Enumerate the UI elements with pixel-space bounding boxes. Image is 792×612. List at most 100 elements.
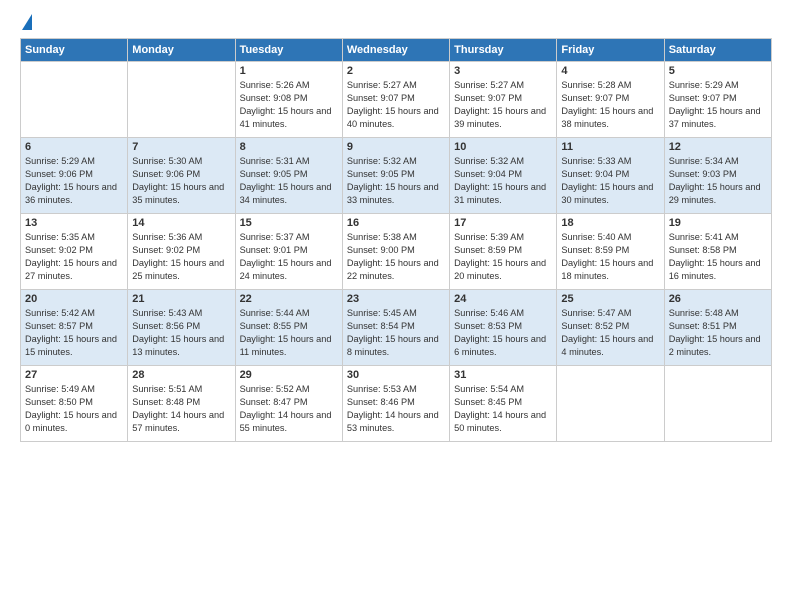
calendar-cell: 8Sunrise: 5:31 AM Sunset: 9:05 PM Daylig… xyxy=(235,138,342,214)
calendar-week-2: 6 Sunrise: 5:29 AM Sunset: 9:06 PM Daylig… xyxy=(21,138,772,214)
day-number: 3 xyxy=(454,65,552,77)
day-number: 27 xyxy=(25,369,123,381)
calendar-header-thursday: Thursday xyxy=(450,39,557,62)
day-info: Sunrise: 5:49 AM Sunset: 8:50 PM Dayligh… xyxy=(25,383,123,435)
calendar-cell: 4 Sunrise: 5:28 AM Sunset: 9:07 PM Daylig… xyxy=(557,62,664,138)
day-info: Sunrise: 5:27 AM Sunset: 9:07 PM Dayligh… xyxy=(347,79,445,131)
day-info: Sunrise: 5:29 AM Sunset: 9:06 PM Dayligh… xyxy=(25,155,123,207)
day-number: 31 xyxy=(454,369,552,381)
day-number: 22 xyxy=(240,293,338,305)
day-number: 4 xyxy=(561,65,659,77)
calendar-cell: 18 Sunrise: 5:40 AM Sunset: 8:59 PM Dayli… xyxy=(557,214,664,290)
calendar-cell: 6 Sunrise: 5:29 AM Sunset: 9:06 PM Daylig… xyxy=(21,138,128,214)
header xyxy=(20,16,772,30)
calendar: SundayMondayTuesdayWednesdayThursdayFrid… xyxy=(20,38,772,442)
day-number: 16 xyxy=(347,217,445,229)
calendar-header-row: SundayMondayTuesdayWednesdayThursdayFrid… xyxy=(21,39,772,62)
day-number: 6 xyxy=(25,141,123,153)
calendar-header-wednesday: Wednesday xyxy=(342,39,449,62)
day-info: Sunrise: 5:35 AM Sunset: 9:02 PM Dayligh… xyxy=(25,231,123,283)
calendar-cell: 20 Sunrise: 5:42 AM Sunset: 8:57 PM Dayli… xyxy=(21,290,128,366)
calendar-cell: 16 Sunrise: 5:38 AM Sunset: 9:00 PM Dayli… xyxy=(342,214,449,290)
day-info: Sunrise: 5:30 AM Sunset: 9:06 PM Dayligh… xyxy=(132,155,230,207)
day-info: Sunrise: 5:29 AM Sunset: 9:07 PM Dayligh… xyxy=(669,79,767,131)
calendar-cell: 24 Sunrise: 5:46 AM Sunset: 8:53 PM Dayli… xyxy=(450,290,557,366)
calendar-header-friday: Friday xyxy=(557,39,664,62)
day-info: Sunrise: 5:34 AM Sunset: 9:03 PM Dayligh… xyxy=(669,155,767,207)
calendar-cell: 1 Sunrise: 5:26 AM Sunset: 9:08 PM Daylig… xyxy=(235,62,342,138)
calendar-cell: 9 Sunrise: 5:32 AM Sunset: 9:05 PM Daylig… xyxy=(342,138,449,214)
day-number: 1 xyxy=(240,65,338,77)
calendar-cell: 29 Sunrise: 5:52 AM Sunset: 8:47 PM Dayli… xyxy=(235,366,342,442)
day-number: 26 xyxy=(669,293,767,305)
day-info: Sunrise: 5:41 AM Sunset: 8:58 PM Dayligh… xyxy=(669,231,767,283)
day-info: Sunrise: 5:43 AM Sunset: 8:56 PM Dayligh… xyxy=(132,307,230,359)
calendar-cell: 21 Sunrise: 5:43 AM Sunset: 8:56 PM Dayli… xyxy=(128,290,235,366)
calendar-header-sunday: Sunday xyxy=(21,39,128,62)
day-info: Sunrise: 5:52 AM Sunset: 8:47 PM Dayligh… xyxy=(240,383,338,435)
day-number: 5 xyxy=(669,65,767,77)
calendar-cell: 14Sunrise: 5:36 AM Sunset: 9:02 PM Dayli… xyxy=(128,214,235,290)
day-info: Sunrise: 5:44 AM Sunset: 8:55 PM Dayligh… xyxy=(240,307,338,359)
calendar-cell: 23Sunrise: 5:45 AM Sunset: 8:54 PM Dayli… xyxy=(342,290,449,366)
day-info: Sunrise: 5:42 AM Sunset: 8:57 PM Dayligh… xyxy=(25,307,123,359)
day-info: Sunrise: 5:38 AM Sunset: 9:00 PM Dayligh… xyxy=(347,231,445,283)
calendar-cell: 26 Sunrise: 5:48 AM Sunset: 8:51 PM Dayli… xyxy=(664,290,771,366)
day-number: 29 xyxy=(240,369,338,381)
day-info: Sunrise: 5:40 AM Sunset: 8:59 PM Dayligh… xyxy=(561,231,659,283)
day-number: 2 xyxy=(347,65,445,77)
day-number: 28 xyxy=(132,369,230,381)
day-number: 19 xyxy=(669,217,767,229)
day-info: Sunrise: 5:32 AM Sunset: 9:04 PM Dayligh… xyxy=(454,155,552,207)
calendar-cell: 28 Sunrise: 5:51 AM Sunset: 8:48 PM Dayli… xyxy=(128,366,235,442)
day-number: 17 xyxy=(454,217,552,229)
day-info: Sunrise: 5:47 AM Sunset: 8:52 PM Dayligh… xyxy=(561,307,659,359)
calendar-week-3: 13 Sunrise: 5:35 AM Sunset: 9:02 PM Dayli… xyxy=(21,214,772,290)
day-number: 30 xyxy=(347,369,445,381)
calendar-cell: 3Sunrise: 5:27 AM Sunset: 9:07 PM Daylig… xyxy=(450,62,557,138)
logo xyxy=(20,16,32,30)
calendar-cell: 12 Sunrise: 5:34 AM Sunset: 9:03 PM Dayli… xyxy=(664,138,771,214)
calendar-cell: 13 Sunrise: 5:35 AM Sunset: 9:02 PM Dayli… xyxy=(21,214,128,290)
day-number: 21 xyxy=(132,293,230,305)
day-info: Sunrise: 5:53 AM Sunset: 8:46 PM Dayligh… xyxy=(347,383,445,435)
calendar-header-monday: Monday xyxy=(128,39,235,62)
day-number: 24 xyxy=(454,293,552,305)
day-number: 13 xyxy=(25,217,123,229)
calendar-cell: 25Sunrise: 5:47 AM Sunset: 8:52 PM Dayli… xyxy=(557,290,664,366)
calendar-cell: 10 Sunrise: 5:32 AM Sunset: 9:04 PM Dayli… xyxy=(450,138,557,214)
day-info: Sunrise: 5:33 AM Sunset: 9:04 PM Dayligh… xyxy=(561,155,659,207)
day-info: Sunrise: 5:28 AM Sunset: 9:07 PM Dayligh… xyxy=(561,79,659,131)
day-info: Sunrise: 5:32 AM Sunset: 9:05 PM Dayligh… xyxy=(347,155,445,207)
calendar-cell xyxy=(557,366,664,442)
day-number: 12 xyxy=(669,141,767,153)
day-number: 15 xyxy=(240,217,338,229)
day-number: 20 xyxy=(25,293,123,305)
calendar-cell: 27 Sunrise: 5:49 AM Sunset: 8:50 PM Dayli… xyxy=(21,366,128,442)
day-info: Sunrise: 5:51 AM Sunset: 8:48 PM Dayligh… xyxy=(132,383,230,435)
logo-triangle-icon xyxy=(22,14,32,30)
day-number: 9 xyxy=(347,141,445,153)
day-number: 23 xyxy=(347,293,445,305)
calendar-header-tuesday: Tuesday xyxy=(235,39,342,62)
calendar-cell: 5 Sunrise: 5:29 AM Sunset: 9:07 PM Daylig… xyxy=(664,62,771,138)
calendar-cell: 31Sunrise: 5:54 AM Sunset: 8:45 PM Dayli… xyxy=(450,366,557,442)
page: SundayMondayTuesdayWednesdayThursdayFrid… xyxy=(0,0,792,612)
day-number: 7 xyxy=(132,141,230,153)
calendar-week-4: 20 Sunrise: 5:42 AM Sunset: 8:57 PM Dayli… xyxy=(21,290,772,366)
calendar-cell: 19 Sunrise: 5:41 AM Sunset: 8:58 PM Dayli… xyxy=(664,214,771,290)
calendar-cell xyxy=(21,62,128,138)
calendar-header-saturday: Saturday xyxy=(664,39,771,62)
day-info: Sunrise: 5:48 AM Sunset: 8:51 PM Dayligh… xyxy=(669,307,767,359)
day-number: 10 xyxy=(454,141,552,153)
calendar-cell: 15 Sunrise: 5:37 AM Sunset: 9:01 PM Dayli… xyxy=(235,214,342,290)
day-info: Sunrise: 5:37 AM Sunset: 9:01 PM Dayligh… xyxy=(240,231,338,283)
calendar-cell: 11Sunrise: 5:33 AM Sunset: 9:04 PM Dayli… xyxy=(557,138,664,214)
calendar-cell: 7 Sunrise: 5:30 AM Sunset: 9:06 PM Daylig… xyxy=(128,138,235,214)
day-info: Sunrise: 5:26 AM Sunset: 9:08 PM Dayligh… xyxy=(240,79,338,131)
day-number: 18 xyxy=(561,217,659,229)
calendar-cell xyxy=(664,366,771,442)
calendar-cell: 2 Sunrise: 5:27 AM Sunset: 9:07 PM Daylig… xyxy=(342,62,449,138)
calendar-cell xyxy=(128,62,235,138)
day-info: Sunrise: 5:46 AM Sunset: 8:53 PM Dayligh… xyxy=(454,307,552,359)
